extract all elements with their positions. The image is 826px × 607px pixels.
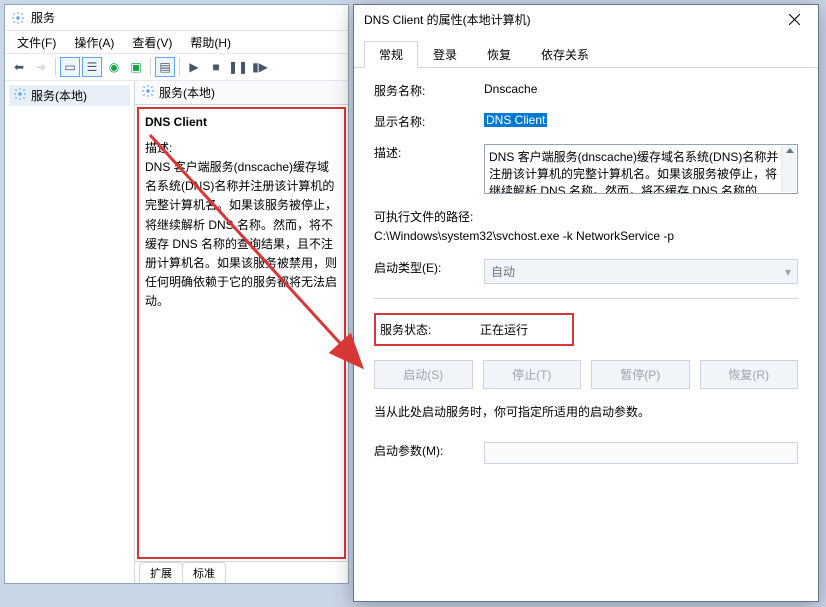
exe-path-label: 可执行文件的路径: <box>374 208 798 225</box>
toolbar: ⬅ ➔ ▭ ☰ ◉ ▣ ▤ ▶ ■ ❚❚ ▮▶ <box>5 53 348 81</box>
tab-content-general: 服务名称: Dnscache 显示名称: DNS Client 描述: DNS … <box>354 68 818 492</box>
detail-tabstrip: 扩展 标准 <box>135 561 348 583</box>
close-icon <box>789 14 800 25</box>
forward-icon[interactable]: ➔ <box>31 57 51 77</box>
services-detail-panel: DNS Client 描述: DNS 客户端服务(dnscache)缓存域名系统… <box>137 107 346 559</box>
menu-help[interactable]: 帮助(H) <box>182 32 239 53</box>
gear-icon <box>141 84 155 101</box>
param-input <box>484 442 798 464</box>
properties-tabbar: 常规 登录 恢复 依存关系 <box>354 33 818 68</box>
divider <box>374 298 798 299</box>
separator <box>55 58 56 76</box>
restart-icon[interactable]: ▮▶ <box>250 57 270 77</box>
description-value: DNS 客户端服务(dnscache)缓存域名系统(DNS)名称并注册该计算机的… <box>489 150 778 194</box>
services-title: 服务 <box>31 9 55 26</box>
menu-view[interactable]: 查看(V) <box>124 32 180 53</box>
exe-path-value: C:\Windows\system32\svchost.exe -k Netwo… <box>374 229 798 243</box>
properties-title: DNS Client 的属性(本地计算机) <box>364 11 531 28</box>
scrollbar[interactable] <box>781 146 796 192</box>
description-label: 描述: <box>374 144 484 161</box>
play-icon[interactable]: ▶ <box>184 57 204 77</box>
back-icon[interactable]: ⬅ <box>9 57 29 77</box>
startup-type-value: 自动 <box>491 263 515 280</box>
gear-icon <box>11 11 25 25</box>
menubar: 文件(F) 操作(A) 查看(V) 帮助(H) <box>5 31 348 53</box>
display-name-label: 显示名称: <box>374 113 484 130</box>
selected-service-name: DNS Client <box>145 115 338 129</box>
tab-recovery[interactable]: 恢复 <box>472 41 526 68</box>
detail-header-label: 服务(本地) <box>159 84 215 101</box>
service-status-row: 服务状态: 正在运行 <box>374 313 574 346</box>
close-button[interactable] <box>772 6 816 32</box>
find-icon[interactable]: ◉ <box>104 57 124 77</box>
properties-titlebar[interactable]: DNS Client 的属性(本地计算机) <box>354 5 818 33</box>
properties-dialog: DNS Client 的属性(本地计算机) 常规 登录 恢复 依存关系 服务名称… <box>353 4 819 602</box>
list-icon[interactable]: ☰ <box>82 57 102 77</box>
tab-standard[interactable]: 标准 <box>182 562 226 583</box>
menu-file[interactable]: 文件(F) <box>9 32 64 53</box>
tab-extended[interactable]: 扩展 <box>139 562 183 583</box>
param-label: 启动参数(M): <box>374 442 484 459</box>
services-tree: 服务(本地) <box>5 81 135 583</box>
display-name-value[interactable]: DNS Client <box>484 113 547 127</box>
description-label: 描述: <box>145 139 338 156</box>
status-label: 服务状态: <box>380 321 480 338</box>
services-window: 服务 文件(F) 操作(A) 查看(V) 帮助(H) ⬅ ➔ ▭ ☰ ◉ ▣ ▤… <box>4 4 349 584</box>
tab-logon[interactable]: 登录 <box>418 41 472 68</box>
view-icon[interactable]: ▭ <box>60 57 80 77</box>
services-detail-header: 服务(本地) <box>135 81 348 105</box>
tab-dependencies[interactable]: 依存关系 <box>526 41 604 68</box>
chevron-down-icon: ▾ <box>785 265 791 279</box>
tab-general[interactable]: 常规 <box>364 41 418 68</box>
tree-item-label: 服务(本地) <box>31 87 87 104</box>
refresh-icon[interactable]: ▣ <box>126 57 146 77</box>
startup-type-select: 自动 ▾ <box>484 259 798 284</box>
separator <box>150 58 151 76</box>
startup-type-label: 启动类型(E): <box>374 259 484 276</box>
services-titlebar[interactable]: 服务 <box>5 5 348 31</box>
services-detail-wrap: 服务(本地) DNS Client 描述: DNS 客户端服务(dnscache… <box>135 81 348 583</box>
pause-icon[interactable]: ❚❚ <box>228 57 248 77</box>
stop-icon[interactable]: ■ <box>206 57 226 77</box>
pause-button: 暂停(P) <box>591 360 690 389</box>
status-value: 正在运行 <box>480 321 528 338</box>
description-text: DNS 客户端服务(dnscache)缓存域名系统(DNS)名称并注册该计算机的… <box>145 158 338 312</box>
gear-icon <box>13 87 27 104</box>
control-button-row: 启动(S) 停止(T) 暂停(P) 恢复(R) <box>374 360 798 389</box>
start-button: 启动(S) <box>374 360 473 389</box>
startup-hint: 当从此处启动服务时，你可指定所适用的启动参数。 <box>374 403 798 420</box>
resume-button: 恢复(R) <box>700 360 799 389</box>
props-icon[interactable]: ▤ <box>155 57 175 77</box>
stop-button: 停止(T) <box>483 360 582 389</box>
menu-action[interactable]: 操作(A) <box>66 32 122 53</box>
tree-item-local[interactable]: 服务(本地) <box>9 85 130 106</box>
service-name-label: 服务名称: <box>374 82 484 99</box>
description-textbox[interactable]: DNS 客户端服务(dnscache)缓存域名系统(DNS)名称并注册该计算机的… <box>484 144 798 194</box>
service-name-value: Dnscache <box>484 82 798 96</box>
services-body: 服务(本地) 服务(本地) DNS Client 描述: DNS 客户端服务(d… <box>5 81 348 583</box>
separator <box>179 58 180 76</box>
